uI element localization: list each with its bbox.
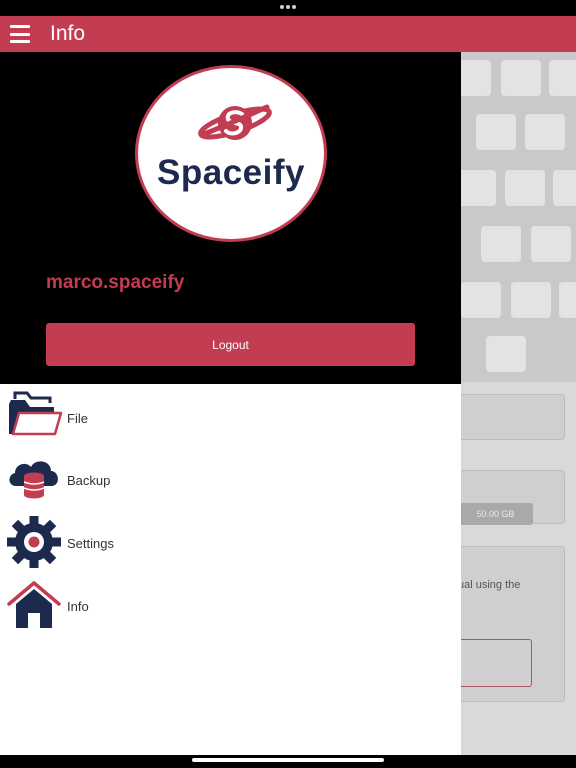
background-card-1 <box>461 394 565 440</box>
home-icon <box>7 581 61 628</box>
manual-text: ual using the <box>461 579 521 591</box>
menu-item-label: File <box>67 411 88 426</box>
storage-value-badge: 50.00 GB <box>461 503 533 525</box>
background-storage-card: 50.00 GB <box>461 470 565 525</box>
planet-logo-icon <box>198 104 272 140</box>
menu-item-info[interactable]: Info <box>0 576 461 636</box>
multitasking-dots-icon[interactable] <box>280 3 296 11</box>
page-title: Info <box>50 22 86 45</box>
background-content: 50.00 GB ual using the <box>461 52 576 755</box>
menu-item-label: Settings <box>67 536 114 551</box>
status-bar <box>0 0 576 16</box>
background-keyboard-image <box>461 52 576 382</box>
menu-item-label: Info <box>67 599 89 614</box>
background-input <box>461 639 532 687</box>
menu-item-label: Backup <box>67 473 111 488</box>
spaceify-logo: Spaceify <box>135 65 327 242</box>
drawer-header: Spaceify marco.spaceify Logout <box>0 52 461 384</box>
username-label: marco.spaceify <box>46 272 185 293</box>
gear-icon <box>7 516 61 568</box>
menu-item-settings[interactable]: Settings <box>0 512 461 572</box>
logout-button[interactable]: Logout <box>46 323 415 366</box>
navigation-drawer: Spaceify marco.spaceify Logout File Back… <box>0 52 461 755</box>
background-manual-card: ual using the <box>461 546 565 702</box>
menu-item-file[interactable]: File <box>0 386 461 446</box>
menu-item-backup[interactable]: Backup <box>0 450 461 510</box>
hamburger-menu-icon[interactable] <box>10 25 30 43</box>
folder-icon <box>9 391 62 436</box>
home-indicator[interactable] <box>192 758 384 762</box>
app-bar: Info <box>0 16 576 52</box>
logo-wordmark: Spaceify <box>157 153 305 192</box>
cloud-database-icon <box>9 461 58 499</box>
